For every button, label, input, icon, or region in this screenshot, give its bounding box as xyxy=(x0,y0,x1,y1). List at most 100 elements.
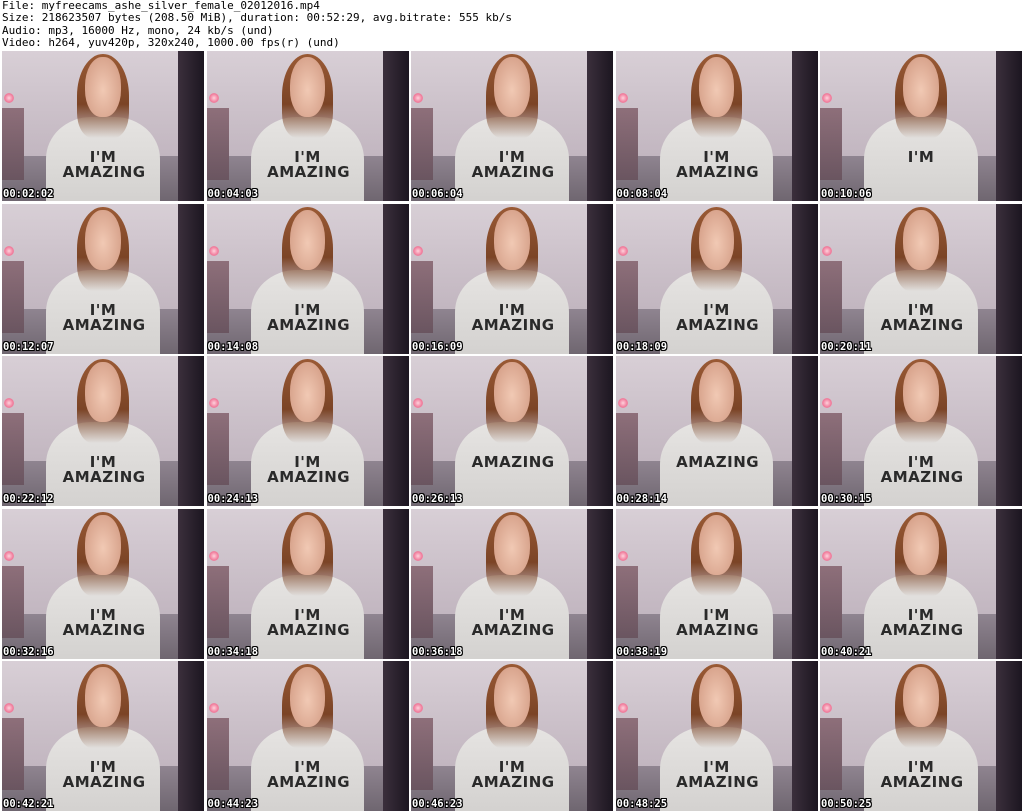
thumbnail-person: I'M AMAZING xyxy=(250,359,365,506)
thumbnail-person: AMAZING xyxy=(455,359,569,506)
thumbnail-curtain xyxy=(996,203,1022,354)
video-thumbnail: I'M AMAZING 00:38:19 xyxy=(615,508,818,659)
video-thumbnail: I'M 00:10:06 xyxy=(820,51,1022,201)
thumbnail-timestamp: 00:50:25 xyxy=(821,798,872,810)
face xyxy=(85,514,121,575)
thumbnail-timestamp: 00:10:06 xyxy=(821,188,872,200)
thumbnail-shelf xyxy=(615,565,638,638)
thumbnail-curtain xyxy=(587,203,613,354)
thumbnail-timestamp: 00:38:19 xyxy=(616,645,668,658)
thumbnail-person: I'M AMAZING xyxy=(864,664,978,811)
thumbnail-grid: I'M AMAZING 00:02:02 I'M AMAZING 00:04:03 I'… xyxy=(2,51,1024,811)
thumbnail-curtain xyxy=(382,356,409,506)
thumbnail-timestamp: 00:08:04 xyxy=(616,188,668,200)
thumbnail-curtain xyxy=(587,356,613,506)
thumbnail-curtain xyxy=(791,203,818,354)
face xyxy=(289,667,326,727)
thumbnail-shelf xyxy=(206,108,229,180)
video-thumbnail: I'M AMAZING 00:34:18 xyxy=(206,508,409,659)
video-thumbnail: AMAZING 00:26:13 xyxy=(411,356,613,506)
shirt-print: I'M AMAZING xyxy=(880,453,964,486)
thumbnail-curtain xyxy=(382,203,409,354)
thumbnail-timestamp: 00:42:21 xyxy=(3,798,54,810)
face xyxy=(494,514,530,575)
thumbnail-shelf xyxy=(615,718,638,790)
thumbnail-light xyxy=(822,550,832,561)
thumbnail-person: I'M AMAZING xyxy=(250,511,365,659)
thumbnail-shelf xyxy=(820,718,842,790)
thumbnail-person: I'M AMAZING xyxy=(864,359,978,506)
thumbnail-light xyxy=(822,93,832,103)
thumbnail-curtain xyxy=(178,661,204,811)
shirt-print: I'M AMAZING xyxy=(267,605,351,639)
face xyxy=(698,667,735,727)
shirt-print: I'M AMAZING xyxy=(471,148,555,181)
thumbnail-timestamp: 00:28:14 xyxy=(616,493,668,505)
shirt-print: I'M AMAZING xyxy=(62,300,146,334)
thumbnail-shelf xyxy=(2,718,24,790)
thumbnail-person: AMAZING xyxy=(659,359,774,506)
thumbnail-light xyxy=(413,398,423,408)
video-thumbnail: I'M AMAZING 00:42:21 xyxy=(2,661,204,811)
thumbnail-person: I'M AMAZING xyxy=(659,511,774,659)
shirt-print: I'M AMAZING xyxy=(471,300,555,334)
shirt-print: I'M AMAZING xyxy=(267,758,351,791)
thumbnail-shelf xyxy=(411,413,433,485)
thumbnail-shelf xyxy=(2,108,24,180)
shirt-print: I'M AMAZING xyxy=(676,148,760,181)
thumbnail-curtain xyxy=(791,51,818,201)
thumbnail-timestamp: 00:12:07 xyxy=(3,340,54,353)
shirt-print: I'M AMAZING xyxy=(62,453,146,486)
thumbnail-shelf xyxy=(2,413,24,485)
face xyxy=(903,514,939,575)
thumbnail-timestamp: 00:24:13 xyxy=(207,493,259,505)
video-thumbnail: I'M AMAZING 00:50:25 xyxy=(820,661,1022,811)
thumbnail-light xyxy=(4,550,14,561)
face xyxy=(85,362,121,422)
shirt-print: I'M AMAZING xyxy=(267,300,351,334)
thumbnail-timestamp: 00:34:18 xyxy=(207,645,259,658)
thumbnail-light xyxy=(413,245,423,256)
thumbnail-light xyxy=(4,398,14,408)
thumbnail-person: I'M AMAZING xyxy=(659,664,774,811)
shirt-print: I'M AMAZING xyxy=(880,758,964,791)
thumbnail-timestamp: 00:16:09 xyxy=(412,340,463,353)
thumbnail-light xyxy=(4,703,14,713)
face xyxy=(698,209,735,270)
shirt-print: I'M xyxy=(907,148,935,166)
thumbnail-timestamp: 00:18:09 xyxy=(616,340,668,353)
thumbnail-timestamp: 00:02:02 xyxy=(3,188,54,200)
thumbnail-shelf xyxy=(820,413,842,485)
face xyxy=(698,514,735,575)
thumbnail-person: I'M AMAZING xyxy=(455,664,569,811)
video-thumbnail: I'M AMAZING 00:48:25 xyxy=(615,661,818,811)
thumbnail-person: I'M AMAZING xyxy=(864,511,978,659)
thumbnail-shelf xyxy=(820,260,842,333)
shirt-print: I'M AMAZING xyxy=(62,148,146,181)
video-thumbnail: I'M AMAZING 00:14:08 xyxy=(206,203,409,354)
thumbnail-person: I'M AMAZING xyxy=(46,54,160,201)
face xyxy=(85,209,121,270)
thumbnail-light xyxy=(208,703,219,713)
thumbnail-curtain xyxy=(382,661,409,811)
thumbnail-light xyxy=(413,93,423,103)
thumbnail-light xyxy=(617,398,628,408)
face xyxy=(289,514,326,575)
thumbnail-curtain xyxy=(791,508,818,659)
face xyxy=(903,57,939,117)
thumbnail-person: I'M AMAZING xyxy=(250,664,365,811)
thumbnail-curtain xyxy=(178,51,204,201)
thumbnail-light xyxy=(413,550,423,561)
video-thumbnail: I'M AMAZING 00:40:21 xyxy=(820,508,1022,659)
thumbnail-light xyxy=(4,93,14,103)
thumbnail-light xyxy=(617,703,628,713)
thumbnail-person: I'M AMAZING xyxy=(659,206,774,354)
thumbnail-light xyxy=(617,93,628,103)
shirt-print: AMAZING xyxy=(471,453,555,471)
thumbnail-person: I'M AMAZING xyxy=(455,54,569,201)
thumbnail-light xyxy=(208,550,219,561)
shirt-print: I'M AMAZING xyxy=(676,758,760,791)
video-thumbnail: I'M AMAZING 00:20:11 xyxy=(820,203,1022,354)
thumbnail-timestamp: 00:48:25 xyxy=(616,798,668,810)
thumbnail-timestamp: 00:20:11 xyxy=(821,340,872,353)
